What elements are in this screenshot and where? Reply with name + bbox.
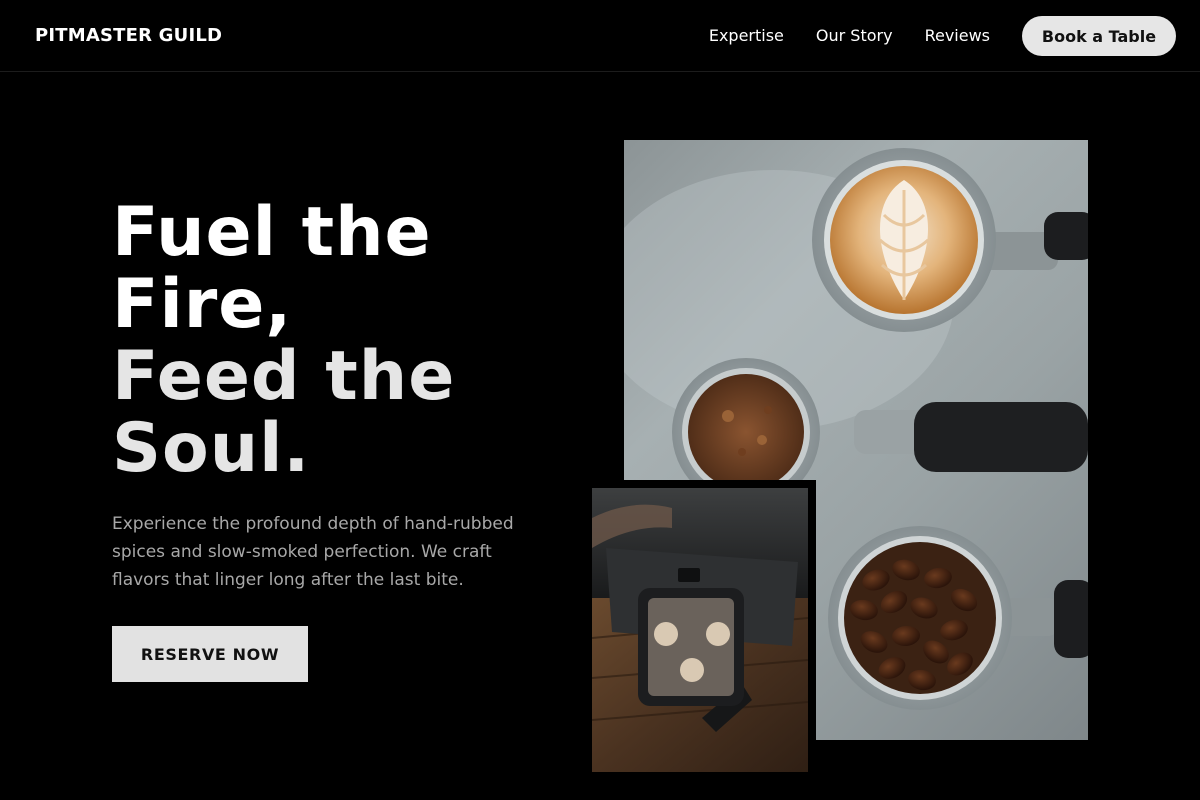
latte-portafilter [812,148,1088,332]
pos-tablet-image [584,480,816,780]
hero-title: Fuel the Fire, Feed the Soul. [112,197,455,485]
beans-portafilter [828,526,1088,710]
hero-title-line: Soul. [112,409,311,488]
reserve-now-button[interactable]: RESERVE NOW [112,626,308,682]
nav-link-reviews[interactable]: Reviews [925,26,990,46]
hero-title-line: Fuel the [112,193,432,272]
site-header: PITMASTER GUILD Expertise Our Story Revi… [0,0,1200,72]
nav-link-our-story[interactable]: Our Story [816,26,893,46]
hero-description: Experience the profound depth of hand-ru… [112,514,514,590]
nav-link-expertise[interactable]: Expertise [709,26,784,46]
brand-logo[interactable]: PITMASTER GUILD [35,25,222,47]
book-table-button[interactable]: Book a Table [1022,16,1176,56]
main-nav: Expertise Our Story Reviews Book a Table [709,16,1176,56]
hero-title-line: Feed the [112,337,456,416]
page: PITMASTER GUILD Expertise Our Story Revi… [0,0,1200,800]
pos-tablet-illustration [592,488,808,772]
hero-title-line: Fire, [112,265,293,344]
